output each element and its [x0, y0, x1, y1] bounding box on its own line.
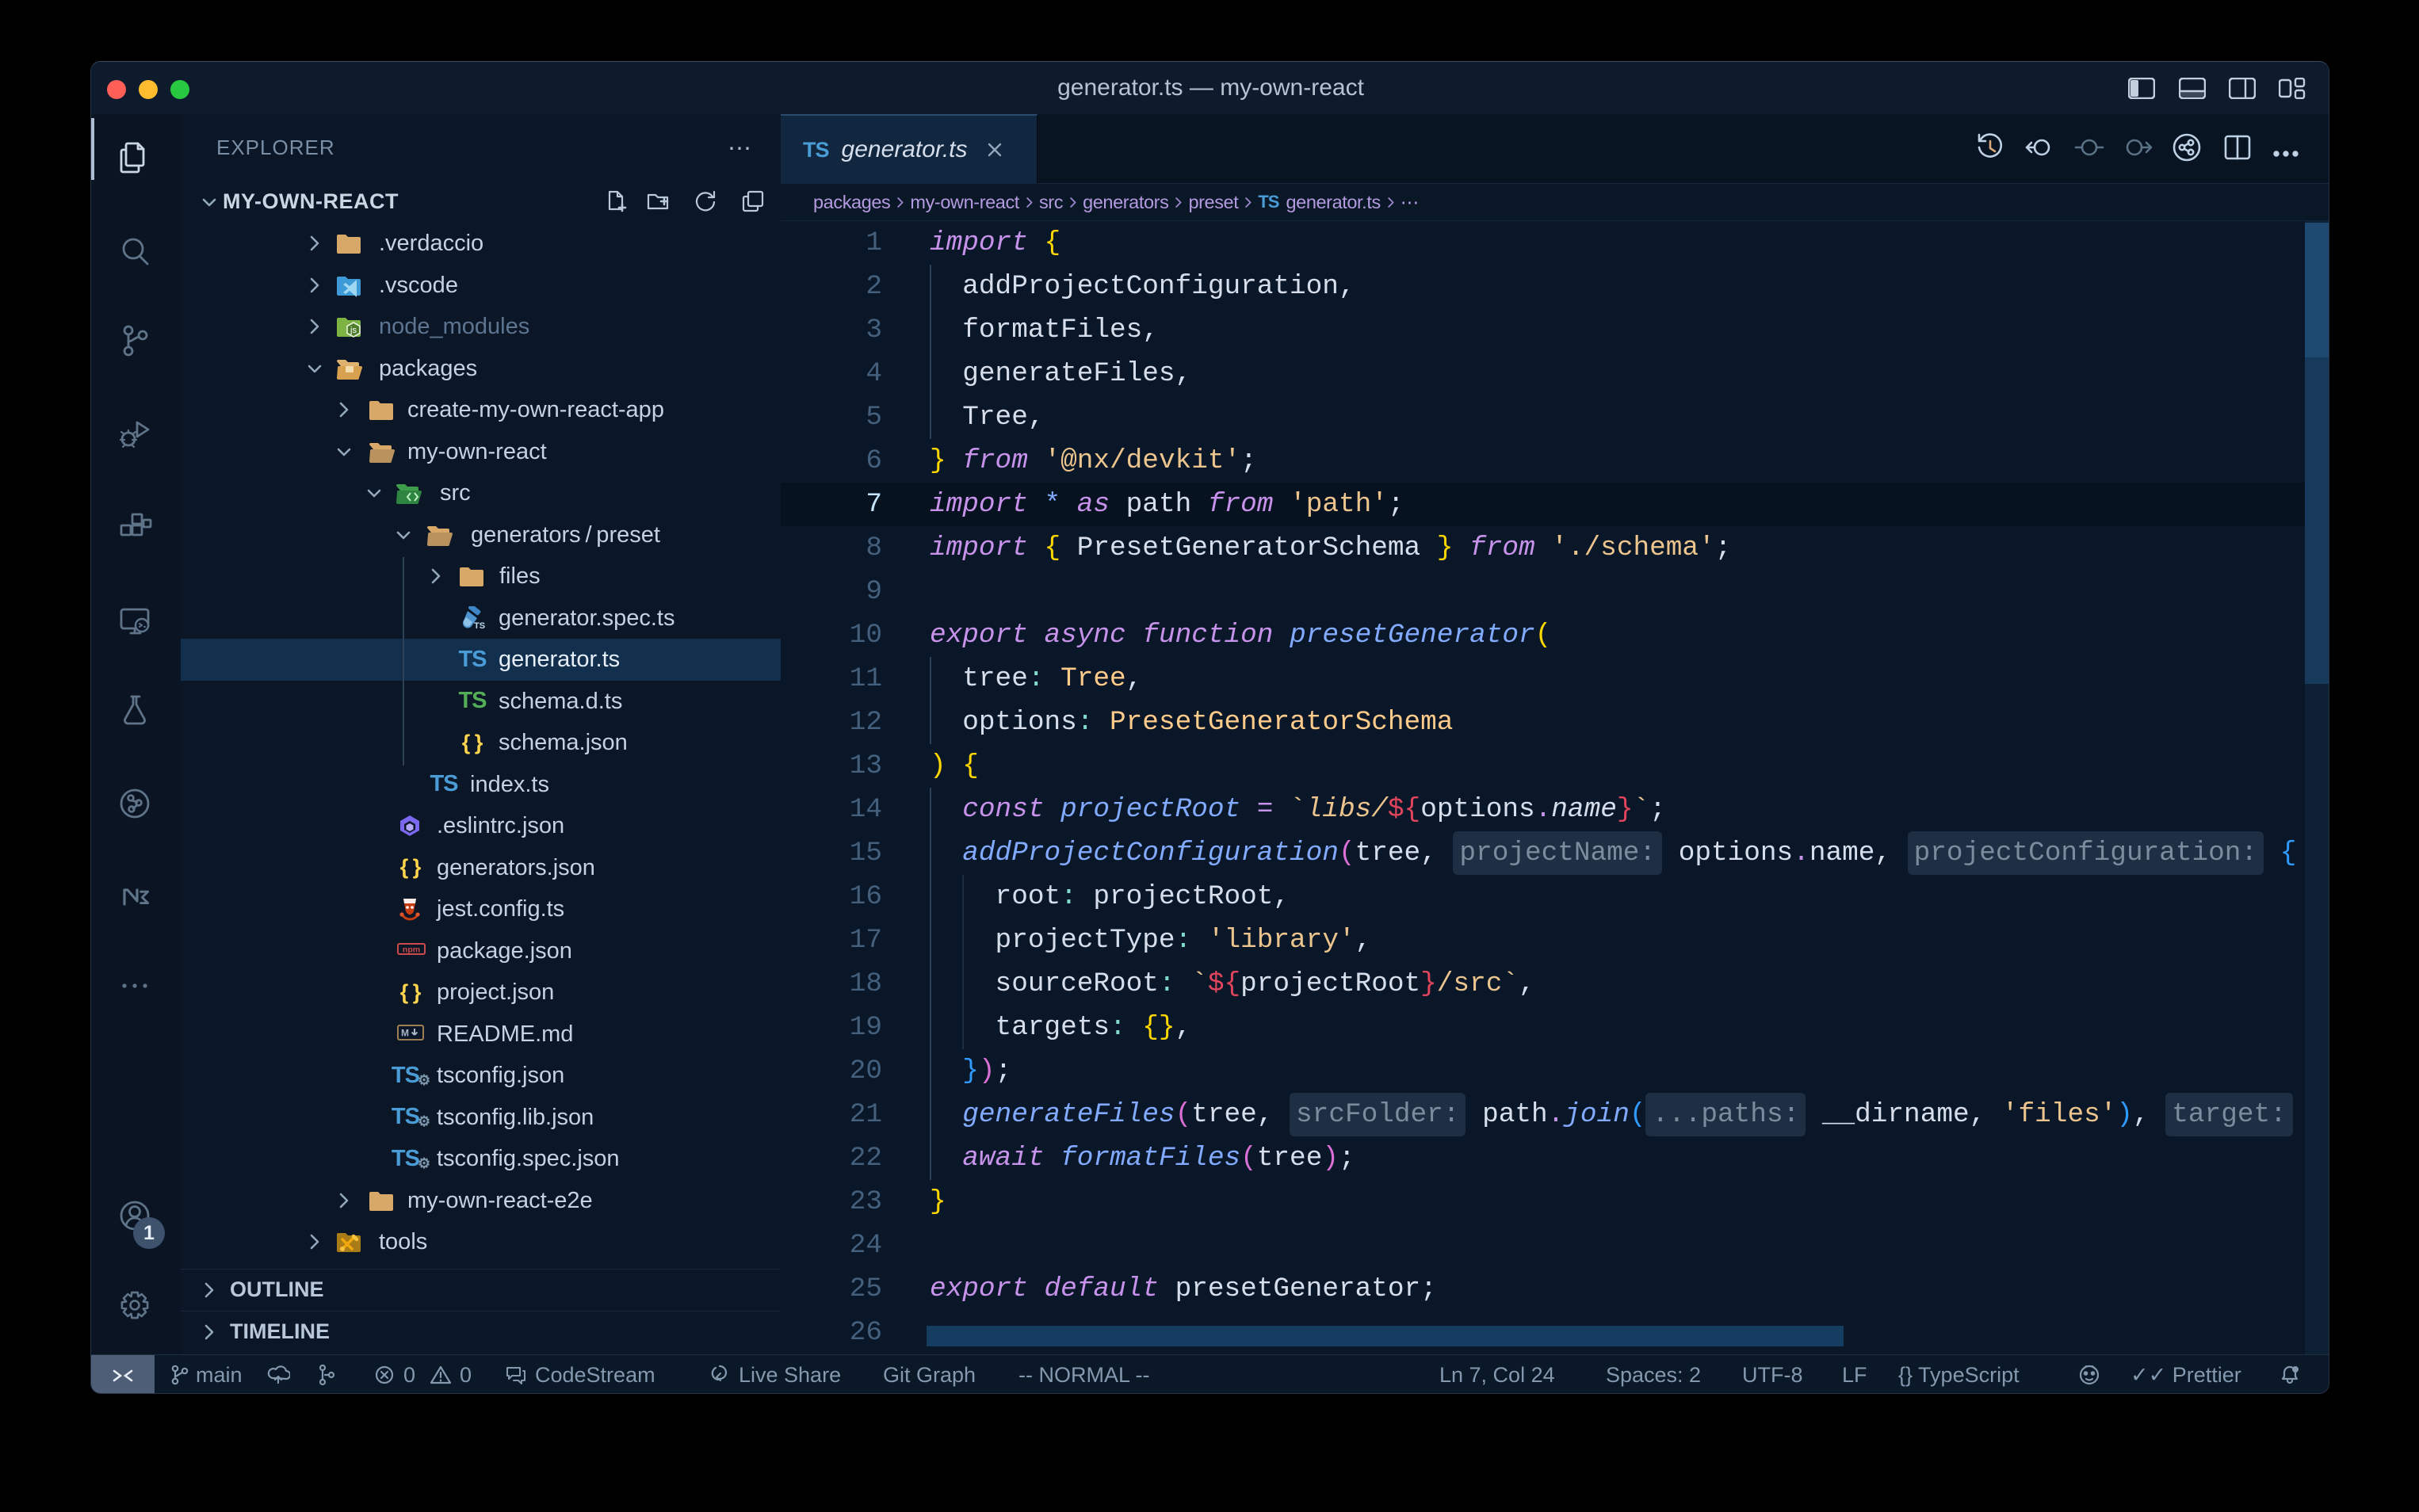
- svg-text:M: M: [401, 1027, 409, 1038]
- svg-text:npm: npm: [403, 945, 420, 954]
- svg-text:TS: TS: [474, 621, 485, 630]
- svg-text:js: js: [350, 326, 357, 335]
